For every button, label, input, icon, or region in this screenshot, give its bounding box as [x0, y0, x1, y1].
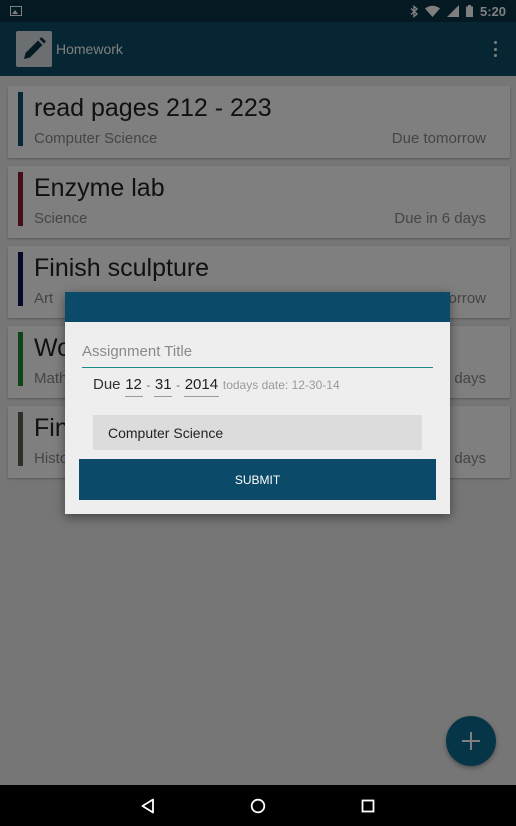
assignment-title-input[interactable] — [82, 336, 433, 368]
home-icon[interactable] — [247, 795, 269, 817]
date-separator: - — [176, 380, 180, 392]
subject-selected-value: Computer Science — [108, 424, 224, 441]
due-year-field[interactable]: 2014 — [183, 376, 219, 397]
due-label: Due — [93, 376, 121, 393]
subject-dropdown[interactable]: Computer Science — [93, 415, 422, 450]
new-assignment-dialog: Due 12 - 31 - 2014 todays date: 12-30-14… — [65, 292, 450, 514]
date-separator: - — [146, 380, 151, 392]
due-month-field[interactable]: 12 — [124, 376, 143, 397]
recents-icon[interactable] — [357, 795, 379, 817]
dialog-header — [65, 292, 450, 322]
due-date-row: Due 12 - 31 - 2014 todays date: 12-30-14 — [93, 376, 340, 397]
submit-button[interactable]: SUBMIT — [79, 459, 436, 500]
todays-date: todays date: 12-30-14 — [222, 378, 340, 392]
navigation-bar — [0, 785, 516, 826]
back-icon[interactable] — [137, 795, 159, 817]
due-day-field[interactable]: 31 — [154, 376, 173, 397]
